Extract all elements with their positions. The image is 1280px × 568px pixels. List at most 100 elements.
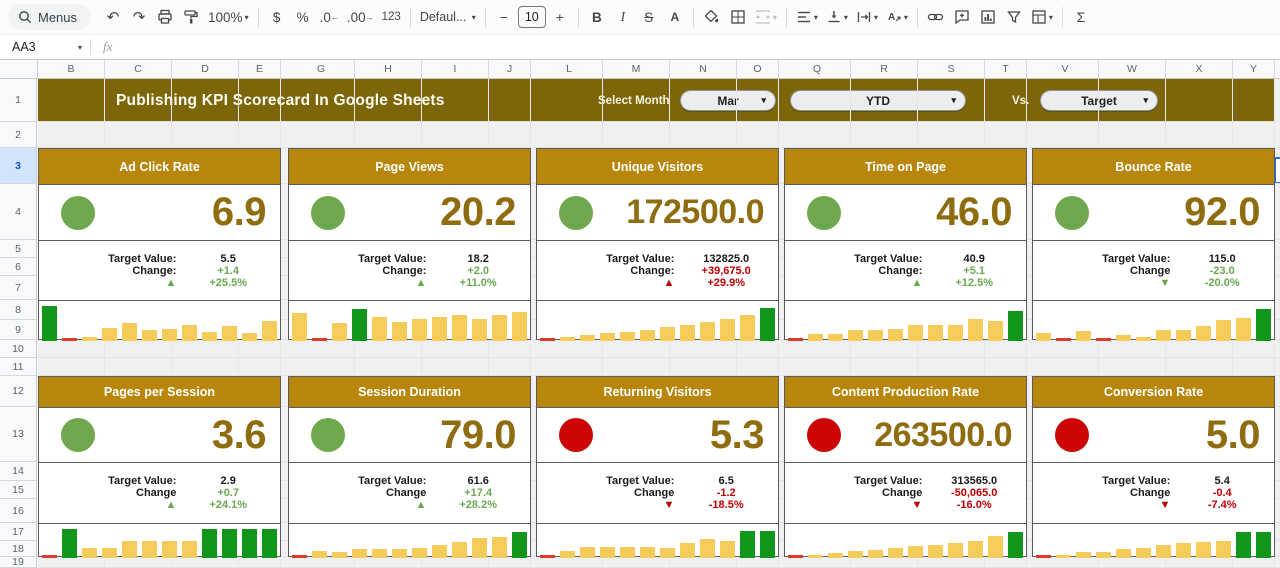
row-header-16[interactable]: 16: [0, 499, 37, 523]
row-header-12[interactable]: 12: [0, 376, 37, 407]
change-label: Change:: [382, 264, 427, 277]
fill-color-button[interactable]: [700, 5, 724, 29]
kpi-card-session-duration[interactable]: Session Duration 79.0 Target Value: 61.6 Cha…: [288, 376, 531, 558]
row-header-7[interactable]: 7: [0, 276, 37, 300]
row-header-17[interactable]: 17: [0, 523, 37, 541]
row-header-5[interactable]: 5: [0, 240, 37, 258]
kpi-card-content-production-rate[interactable]: Content Production Rate 263500.0 Target Va…: [784, 376, 1027, 558]
google-sheets-app: Menus ↶ ↷ 100% ▾ $ % .0 ← .00 → 123 Defaul.…: [0, 0, 1280, 568]
increase-decimal-button[interactable]: .00 →: [344, 5, 377, 29]
select-month-label: Select Month: [598, 94, 670, 107]
kpi-card-unique-visitors[interactable]: Unique Visitors 172500.0 Target Value: 1328…: [536, 148, 779, 341]
sparkline-bar: [868, 550, 883, 558]
stats-row: ▼ -16.0%: [785, 499, 1026, 511]
row-header-8[interactable]: 8: [0, 300, 37, 320]
bold-button[interactable]: B: [585, 5, 609, 29]
undo-button[interactable]: ↶: [101, 5, 125, 29]
sparkline-bar: [928, 545, 943, 558]
vertical-align-button[interactable]: ▾: [823, 5, 851, 29]
row-header-3[interactable]: 3: [0, 148, 37, 184]
row-header-10[interactable]: 10: [0, 340, 37, 358]
functions-button[interactable]: Σ: [1069, 5, 1093, 29]
strikethrough-button[interactable]: S: [637, 5, 661, 29]
currency-format-button[interactable]: $: [265, 5, 289, 29]
change-percent: -20.0%: [1204, 276, 1240, 289]
stats-row: ▼ -20.0%: [1033, 277, 1274, 289]
font-size-input[interactable]: 10: [517, 6, 546, 28]
row-header-19[interactable]: 19: [0, 556, 37, 568]
font-select[interactable]: Defaul... ▾: [417, 5, 479, 29]
paint-format-button[interactable]: [179, 5, 203, 29]
kpi-sparkline: [1033, 524, 1274, 558]
paint-format-icon: [183, 9, 199, 25]
kpi-card-conversion-rate[interactable]: Conversion Rate 5.0 Target Value: 5.4 Change…: [1032, 376, 1275, 558]
row-header-11[interactable]: 11: [0, 358, 37, 376]
sparkline-bar: [868, 330, 883, 341]
percent-format-button[interactable]: %: [291, 5, 315, 29]
kpi-card-returning-visitors[interactable]: Returning Visitors 5.3 Target Value: 6.5 Cha…: [536, 376, 779, 558]
dollar-icon: $: [272, 9, 281, 25]
row-header-13[interactable]: 13: [0, 407, 37, 462]
insert-comment-button[interactable]: [950, 5, 974, 29]
kpi-sparkline: [537, 524, 778, 558]
print-button[interactable]: [153, 5, 177, 29]
menus-button[interactable]: Menus: [8, 4, 92, 30]
sparkline-bar: [560, 337, 575, 341]
merge-cells-button[interactable]: ▾: [752, 5, 780, 29]
create-filter-button[interactable]: [1002, 5, 1026, 29]
period-dropdown[interactable]: YTD ▾: [790, 90, 966, 111]
up-triangle-icon: ▲: [663, 276, 675, 289]
sparkline-bar: [1256, 532, 1271, 558]
kpi-card-time-on-page[interactable]: Time on Page 46.0 Target Value: 40.9 Change:…: [784, 148, 1027, 341]
minus-icon: −: [499, 9, 508, 25]
decrease-decimal-button[interactable]: .0 ←: [317, 5, 342, 29]
redo-button[interactable]: ↷: [127, 5, 151, 29]
table-views-button[interactable]: ▾: [1028, 5, 1056, 29]
select-all-corner[interactable]: [0, 60, 38, 79]
row-header-15[interactable]: 15: [0, 481, 37, 499]
row-header-2[interactable]: 2: [0, 122, 37, 148]
font-size-value: 10: [524, 10, 539, 24]
text-wrap-button[interactable]: ▾: [853, 5, 881, 29]
sparkline-bar: [1008, 311, 1023, 341]
row-header-9[interactable]: 9: [0, 320, 37, 340]
target-label: Target Value:: [358, 252, 427, 265]
sheet-grid[interactable]: Publishing KPI Scorecard In Google Sheet…: [38, 60, 1280, 568]
increase-font-size-button[interactable]: +: [548, 5, 572, 29]
sigma-icon: Σ: [1076, 9, 1086, 25]
stats-row: Target Value: 61.6: [289, 475, 530, 487]
name-box[interactable]: AA3 ▾: [0, 40, 90, 54]
text-rotation-button[interactable]: A ▾: [883, 5, 911, 29]
kpi-card-pages-per-session[interactable]: Pages per Session 3.6 Target Value: 2.9 Chan…: [38, 376, 281, 558]
borders-button[interactable]: [726, 5, 750, 29]
kpi-card-bounce-rate[interactable]: Bounce Rate 92.0 Target Value: 115.0 Change -…: [1032, 148, 1275, 341]
row-header-14[interactable]: 14: [0, 462, 37, 481]
kpi-card-title: Returning Visitors: [537, 377, 778, 408]
sparkline-bar: [560, 551, 575, 558]
zoom-select[interactable]: 100% ▾: [205, 5, 252, 29]
row-header-6[interactable]: 6: [0, 258, 37, 276]
insert-chart-button[interactable]: [976, 5, 1000, 29]
change-label: Change: [136, 487, 177, 499]
text-color-button[interactable]: A: [663, 5, 687, 29]
target-label: Target Value:: [854, 475, 923, 487]
sparkline-bar: [788, 338, 803, 341]
compare-dropdown[interactable]: Target ▾: [1040, 90, 1158, 111]
stats-row: Target Value: 5.5: [39, 253, 280, 265]
svg-text:A: A: [888, 12, 895, 23]
number-format-button[interactable]: 123: [379, 5, 404, 29]
row-header-18[interactable]: 18: [0, 541, 37, 557]
sparkline-bar: [580, 335, 595, 341]
stats-row: Change -1.2: [537, 487, 778, 499]
cell-reference: AA3: [12, 40, 36, 54]
row-header-1[interactable]: 1: [0, 79, 37, 122]
sparkline-bar: [1008, 532, 1023, 558]
italic-button[interactable]: I: [611, 5, 635, 29]
horizontal-align-button[interactable]: ▾: [793, 5, 821, 29]
month-dropdown[interactable]: Mar ▾: [680, 90, 776, 111]
kpi-card-ad-click-rate[interactable]: Ad Click Rate 6.9 Target Value: 5.5 Change: +…: [38, 148, 281, 341]
row-header-4[interactable]: 4: [0, 184, 37, 240]
kpi-card-page-views[interactable]: Page Views 20.2 Target Value: 18.2 Change: +2…: [288, 148, 531, 341]
decrease-font-size-button[interactable]: −: [492, 5, 516, 29]
insert-link-button[interactable]: [924, 5, 948, 29]
